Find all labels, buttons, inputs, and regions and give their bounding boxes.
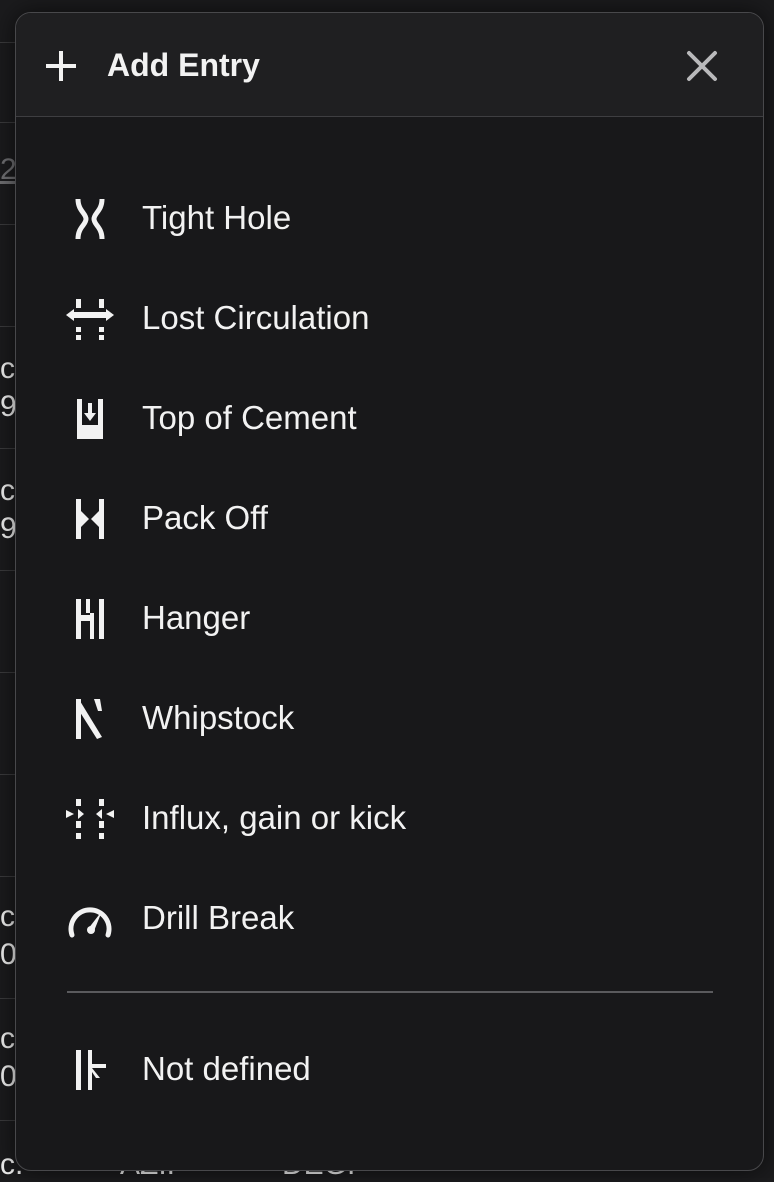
lost-circulation-icon — [66, 299, 114, 340]
plus-icon — [46, 51, 76, 81]
table-cell: c — [0, 352, 15, 385]
menu-item-whipstock[interactable]: Whipstock — [56, 677, 716, 757]
menu-item-label: Not defined — [142, 1050, 311, 1087]
menu-item-not-defined[interactable]: Not defined — [56, 1028, 716, 1108]
menu-item-label: Drill Break — [142, 899, 295, 936]
menu-item-label: Hanger — [142, 599, 251, 636]
menu-item-pack-off[interactable]: Pack Off — [56, 477, 716, 557]
menu-item-label: Top of Cement — [142, 399, 357, 436]
close-button[interactable] — [680, 44, 724, 88]
top-of-cement-icon — [77, 399, 103, 439]
add-entry-dialog: Add Entry Tight Hole Lost Circulation To… — [15, 12, 764, 1171]
not-defined-icon — [76, 1050, 106, 1090]
menu-item-label: Whipstock — [142, 699, 295, 736]
menu-item-label: Tight Hole — [142, 199, 292, 236]
pack-off-icon — [76, 499, 104, 539]
menu-item-label: Influx, gain or kick — [142, 799, 407, 836]
dialog-title: Add Entry — [107, 47, 260, 83]
table-cell: c — [0, 474, 15, 507]
menu-item-lost-circulation[interactable]: Lost Circulation — [56, 277, 716, 357]
whipstock-icon — [76, 699, 102, 739]
table-cell: c — [0, 1022, 15, 1055]
menu-item-hanger[interactable]: Hanger — [56, 577, 716, 657]
menu-item-label: Lost Circulation — [142, 299, 370, 336]
drill-break-icon — [68, 907, 112, 938]
hanger-icon — [76, 599, 104, 639]
menu-item-influx-gain-kick[interactable]: Influx, gain or kick — [56, 777, 716, 857]
menu-item-tight-hole[interactable]: Tight Hole — [56, 177, 716, 257]
close-icon — [687, 51, 717, 81]
table-cell: c — [0, 900, 15, 933]
tight-hole-icon — [75, 198, 105, 240]
menu-item-label: Pack Off — [142, 499, 268, 536]
menu-divider — [67, 991, 713, 993]
menu-item-top-of-cement[interactable]: Top of Cement — [56, 377, 716, 457]
menu-item-drill-break[interactable]: Drill Break — [56, 877, 716, 957]
dialog-header: Add Entry — [16, 13, 763, 117]
influx-icon — [66, 799, 114, 839]
